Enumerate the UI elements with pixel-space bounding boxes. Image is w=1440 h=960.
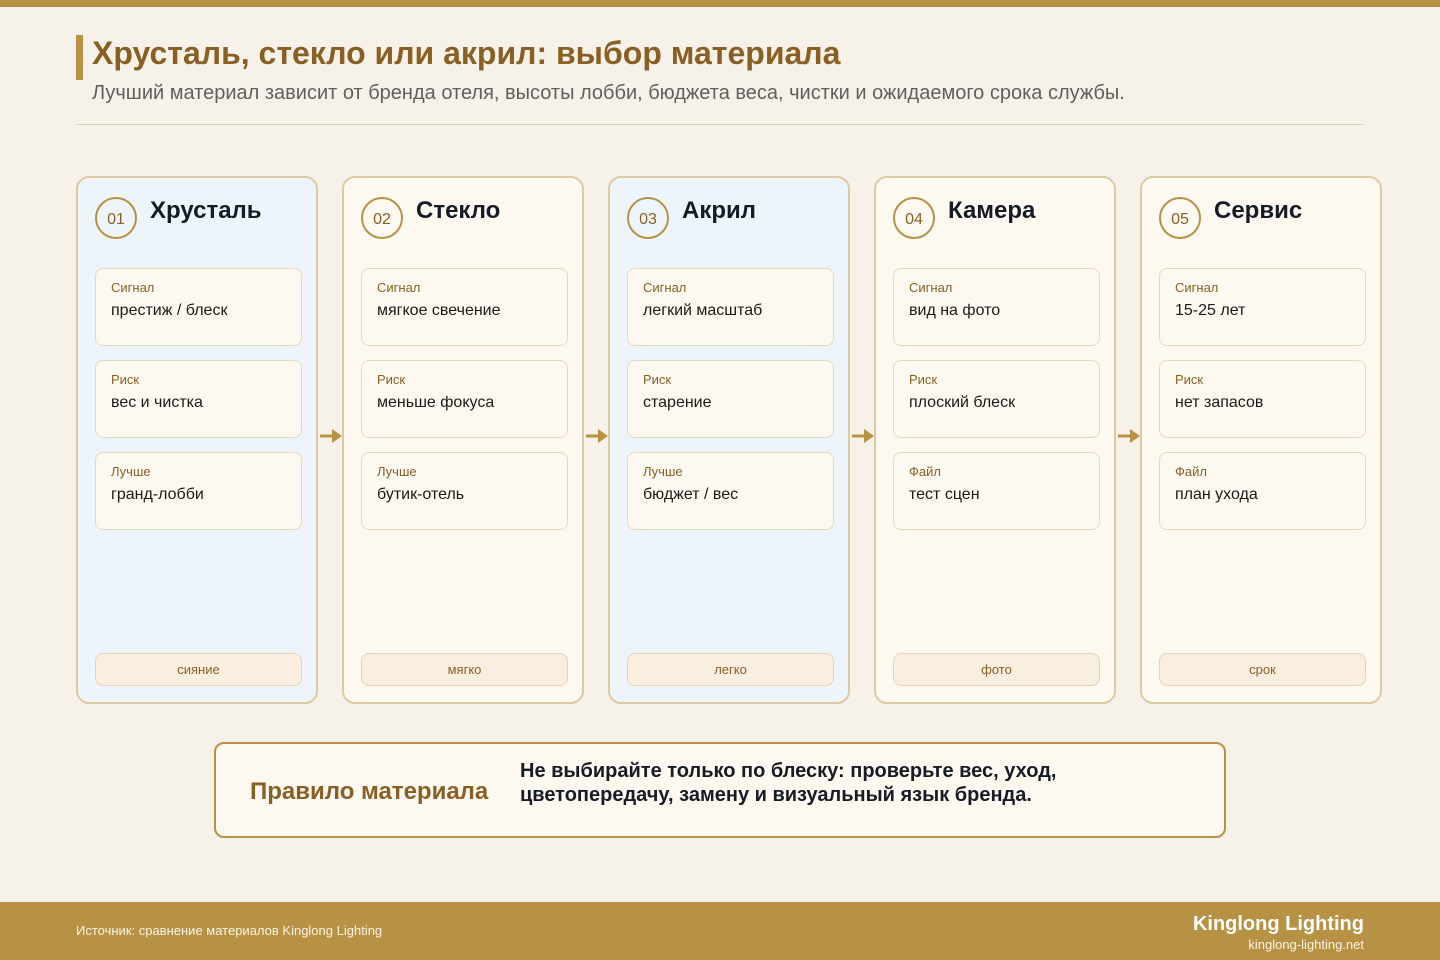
attribute-value: план ухода: [1175, 486, 1258, 503]
header-divider: [76, 124, 1364, 125]
attribute-card: Файл тест сцен: [893, 452, 1100, 530]
column-tag: срок: [1159, 653, 1366, 686]
attribute-label: Файл: [1175, 464, 1207, 479]
page-subtitle: Лучший материал зависит от бренда отеля,…: [92, 82, 1125, 104]
footer: Источник: сравнение материалов Kinglong …: [0, 902, 1440, 960]
material-column: 02 Стекло Сигнал мягкое свечение Риск меньше …: [342, 176, 584, 704]
attribute-label: Файл: [909, 464, 941, 479]
column-title: Акрил: [682, 197, 757, 224]
flow-arrow-icon: [1118, 429, 1140, 443]
flow-arrow-icon: [320, 429, 342, 443]
attribute-card: Сигнал легкий масштаб: [627, 268, 834, 346]
attribute-label: Риск: [909, 372, 938, 387]
attribute-label: Сигнал: [111, 280, 155, 295]
attribute-value: нет запасов: [1175, 394, 1264, 411]
attribute-label: Лучше: [111, 464, 151, 479]
attribute-label: Лучше: [377, 464, 417, 479]
attribute-value: вид на фото: [909, 302, 1001, 319]
attribute-label: Риск: [377, 372, 406, 387]
source-note: Источник: сравнение материалов Kinglong …: [76, 923, 383, 938]
attribute-label: Сигнал: [643, 280, 687, 295]
attribute-label: Лучше: [643, 464, 683, 479]
rule-label: Правило материала: [250, 778, 489, 805]
attribute-value: вес и чистка: [111, 394, 203, 411]
attribute-value: старение: [643, 394, 712, 411]
attribute-value: престиж / блеск: [111, 302, 228, 319]
attribute-card: Риск меньше фокуса: [361, 360, 568, 438]
attribute-value: плоский блеск: [909, 394, 1016, 411]
step-number-badge: 01: [95, 197, 137, 239]
infographic-page: Хрусталь, стекло или акрил: выбор матери…: [0, 0, 1440, 960]
column-tag: мягко: [361, 653, 568, 686]
step-number-badge: 05: [1159, 197, 1201, 239]
flow-arrow-icon: [852, 429, 874, 443]
step-number-badge: 04: [893, 197, 935, 239]
material-column: 04 Камера Сигнал вид на фото Риск плоский бле…: [874, 176, 1116, 704]
rule-text: Не выбирайте только по блеску: проверьте…: [520, 760, 1057, 806]
attribute-label: Риск: [643, 372, 672, 387]
attribute-card: Риск нет запасов: [1159, 360, 1366, 438]
attribute-value: гранд-лобби: [111, 486, 204, 503]
attribute-card: Сигнал мягкое свечение: [361, 268, 568, 346]
attribute-card: Риск старение: [627, 360, 834, 438]
attribute-card: Сигнал 15-25 лет: [1159, 268, 1366, 346]
brand-name: Kinglong Lighting: [1192, 913, 1364, 935]
attribute-card: Риск вес и чистка: [95, 360, 302, 438]
attribute-card: Сигнал престиж / блеск: [95, 268, 302, 346]
column-title: Сервис: [1214, 197, 1303, 224]
column-tag: легко: [627, 653, 834, 686]
rule-box: Правило материала Не выбирайте только по…: [214, 742, 1226, 838]
column-tag: сияние: [95, 653, 302, 686]
attribute-label: Сигнал: [377, 280, 421, 295]
title-accent-bar: [76, 35, 83, 80]
step-number-badge: 03: [627, 197, 669, 239]
column-title: Камера: [948, 197, 1036, 224]
attribute-label: Сигнал: [909, 280, 953, 295]
attribute-value: меньше фокуса: [377, 394, 495, 411]
page-title: Хрусталь, стекло или акрил: выбор матери…: [92, 35, 841, 71]
material-column: 01 Хрусталь Сигнал престиж / блеск Риск вес и…: [76, 176, 318, 704]
attribute-value: мягкое свечение: [377, 302, 501, 319]
column-title: Хрусталь: [150, 197, 262, 224]
top-accent-bar: [0, 0, 1440, 7]
attribute-card: Риск плоский блеск: [893, 360, 1100, 438]
attribute-card: Сигнал вид на фото: [893, 268, 1100, 346]
attribute-card: Лучше бутик-отель: [361, 452, 568, 530]
attribute-value: бутик-отель: [377, 486, 465, 503]
attribute-label: Сигнал: [1175, 280, 1219, 295]
attribute-card: Файл план ухода: [1159, 452, 1366, 530]
step-number-badge: 02: [361, 197, 403, 239]
attribute-label: Риск: [1175, 372, 1204, 387]
column-tag: фото: [893, 653, 1100, 686]
attribute-value: 15-25 лет: [1175, 302, 1246, 319]
brand-url: kinglong-lighting.net: [1248, 937, 1364, 952]
attribute-label: Риск: [111, 372, 140, 387]
material-column: 05 Сервис Сигнал 15-25 лет Риск нет запасов Фа…: [1140, 176, 1382, 704]
material-columns: 01 Хрусталь Сигнал престиж / блеск Риск вес и…: [76, 176, 1382, 704]
attribute-card: Лучше бюджет / вес: [627, 452, 834, 530]
attribute-value: легкий масштаб: [643, 302, 763, 319]
attribute-card: Лучше гранд-лобби: [95, 452, 302, 530]
material-column: 03 Акрил Сигнал легкий масштаб Риск старение Л…: [608, 176, 850, 704]
attribute-value: бюджет / вес: [643, 486, 739, 503]
flow-arrow-icon: [586, 429, 608, 443]
attribute-value: тест сцен: [909, 486, 980, 503]
column-title: Стекло: [416, 197, 501, 224]
